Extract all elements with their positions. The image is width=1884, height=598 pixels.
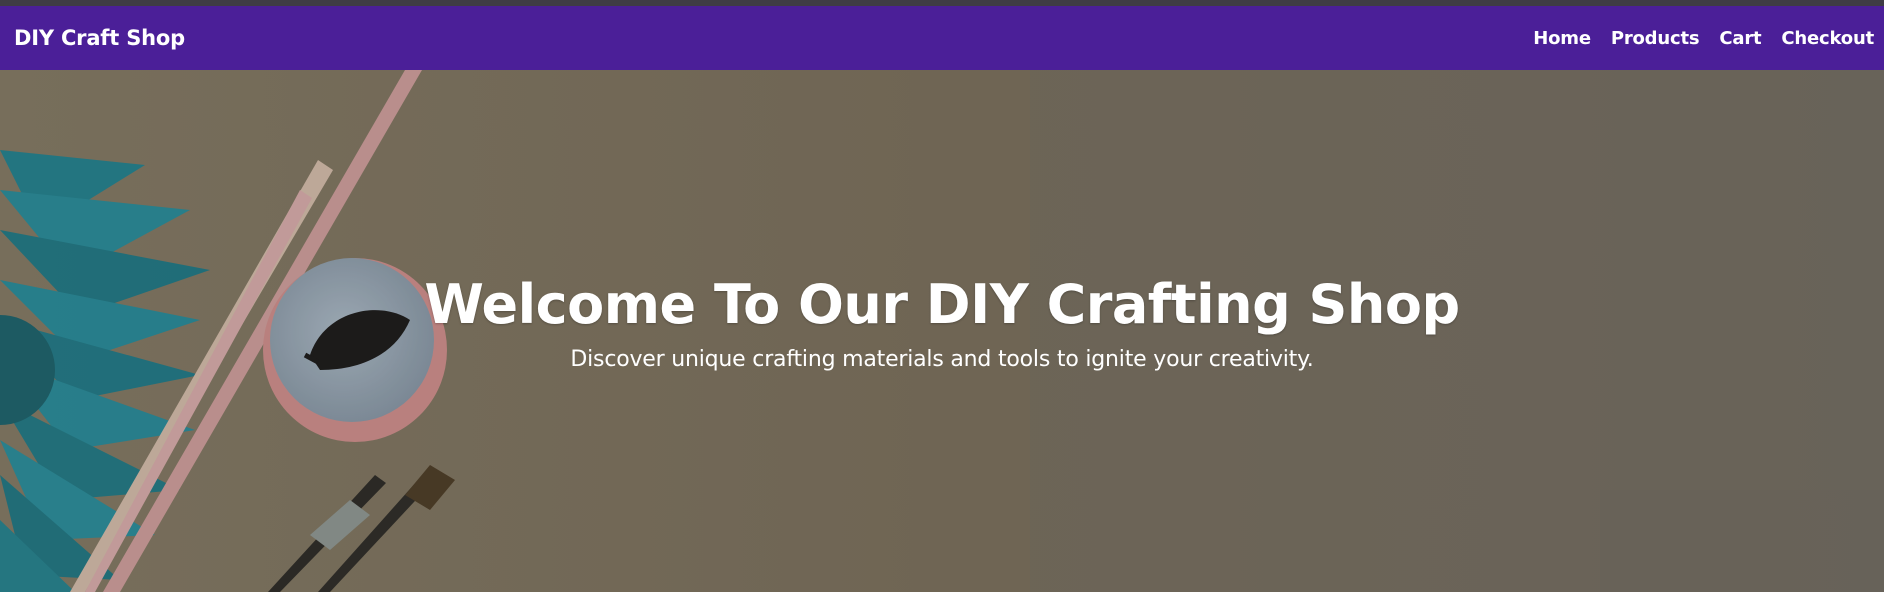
nav-link-checkout[interactable]: Checkout	[1781, 28, 1874, 49]
nav-link-products[interactable]: Products	[1611, 28, 1700, 49]
hero-subtitle: Discover unique crafting materials and t…	[570, 347, 1314, 372]
hero-content: Welcome To Our DIY Crafting Shop Discove…	[0, 270, 1884, 378]
page-bottom-edge	[0, 592, 1884, 598]
hero-section: Welcome To Our DIY Crafting Shop Discove…	[0, 70, 1884, 592]
nav-link-cart[interactable]: Cart	[1719, 28, 1761, 49]
navbar: DIY Craft Shop Home Products Cart Checko…	[0, 6, 1884, 70]
site-brand[interactable]: DIY Craft Shop	[14, 26, 185, 50]
hero-title: Welcome To Our DIY Crafting Shop	[424, 273, 1460, 336]
nav-links: Home Products Cart Checkout	[1533, 28, 1874, 49]
nav-link-home[interactable]: Home	[1533, 28, 1591, 49]
